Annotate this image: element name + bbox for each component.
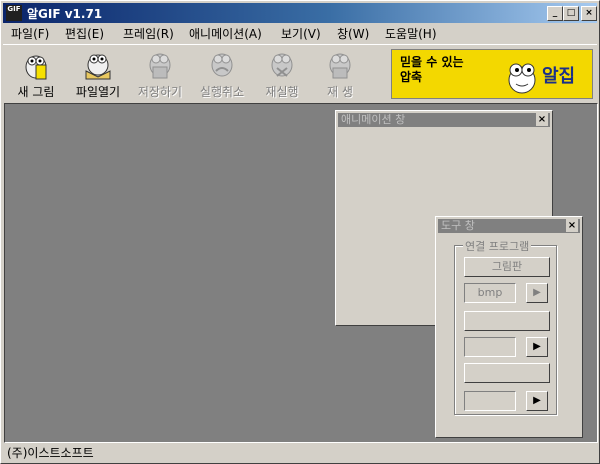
menu-animation[interactable]: 애니메이션(A) xyxy=(189,25,262,42)
group-label: 연결 프로그램 xyxy=(463,238,532,254)
menu-bar: 파일(F) 편집(E) 프레임(R) 애니메이션(A) 보기(V) 창(W) 도… xyxy=(3,23,597,43)
open-file-button[interactable]: 파일열기 xyxy=(67,49,129,101)
tool-window-titlebar[interactable]: 도구 창 × xyxy=(438,219,580,233)
new-picture-icon xyxy=(20,51,52,81)
menu-file[interactable]: 파일(F) xyxy=(11,25,49,42)
undo-button[interactable]: 실행취소 xyxy=(191,49,253,101)
menu-window[interactable]: 창(W) xyxy=(337,25,369,42)
new-picture-button[interactable]: 새 그림 xyxy=(5,49,67,101)
animation-window-close-button[interactable]: × xyxy=(536,113,548,126)
banner-text: 믿을 수 있는 압축 xyxy=(400,55,464,84)
program-field-1[interactable] xyxy=(464,337,516,357)
tool-window-close-button[interactable]: × xyxy=(566,219,578,232)
save-icon xyxy=(144,51,176,81)
program-button-1[interactable] xyxy=(464,311,550,331)
play-label: 재 생 xyxy=(327,85,353,99)
undo-label: 실행취소 xyxy=(199,85,245,99)
tool-window-title: 도구 창 xyxy=(441,219,475,232)
tool-window[interactable]: 도구 창 × 연결 프로그램 그림판 bmp ▶ ▶ ▶ xyxy=(435,216,583,438)
menu-help[interactable]: 도움말(H) xyxy=(385,25,437,42)
open-file-icon xyxy=(82,51,114,81)
window-title: 알GIF v1.71 xyxy=(27,7,103,21)
animation-window-title: 애니메이션 창 xyxy=(341,113,406,126)
open-file-label: 파일열기 xyxy=(75,85,121,99)
menu-frame[interactable]: 프레임(R) xyxy=(123,25,174,42)
close-button[interactable]: × xyxy=(581,6,597,21)
format-field[interactable]: bmp xyxy=(464,283,516,303)
maximize-button[interactable]: □ xyxy=(563,6,579,21)
undo-icon xyxy=(206,51,238,81)
play-icon xyxy=(324,51,356,81)
status-bar: (주)이스트소프트 xyxy=(3,443,597,461)
mascot-icon xyxy=(508,63,536,94)
mdi-workspace: 애니메이션 창 × 도구 창 × 연결 프로그램 그림판 bmp ▶ ▶ ▶ xyxy=(4,103,598,443)
program-field-2[interactable] xyxy=(464,391,516,411)
redo-button[interactable]: 재실행 xyxy=(251,49,313,101)
paint-button[interactable]: 그림판 xyxy=(464,257,550,277)
banner-logo: 알집 xyxy=(542,66,576,87)
save-label: 저장하기 xyxy=(137,85,183,99)
save-button[interactable]: 저장하기 xyxy=(129,49,191,101)
animation-window-titlebar[interactable]: 애니메이션 창 × xyxy=(338,113,550,127)
alzip-banner-ad[interactable]: 믿을 수 있는 압축 알집 xyxy=(391,49,593,99)
play-button[interactable]: 재 생 xyxy=(309,49,371,101)
redo-icon xyxy=(266,51,298,81)
menu-view[interactable]: 보기(V) xyxy=(281,25,321,42)
title-bar[interactable]: GIF 알GIF v1.71 _ □ × xyxy=(3,3,597,23)
app-window: GIF 알GIF v1.71 _ □ × 파일(F) 편집(E) 프레임(R) … xyxy=(0,0,600,464)
redo-label: 재실행 xyxy=(265,85,299,99)
format-arrow-button[interactable]: ▶ xyxy=(526,283,548,303)
program-button-2[interactable] xyxy=(464,363,550,383)
program-arrow-button-2[interactable]: ▶ xyxy=(526,391,548,411)
program-arrow-button-1[interactable]: ▶ xyxy=(526,337,548,357)
minimize-button[interactable]: _ xyxy=(547,6,563,21)
status-text: (주)이스트소프트 xyxy=(7,446,94,460)
app-icon[interactable]: GIF xyxy=(6,5,22,21)
menu-edit[interactable]: 편집(E) xyxy=(65,25,104,42)
new-picture-label: 새 그림 xyxy=(17,85,55,99)
